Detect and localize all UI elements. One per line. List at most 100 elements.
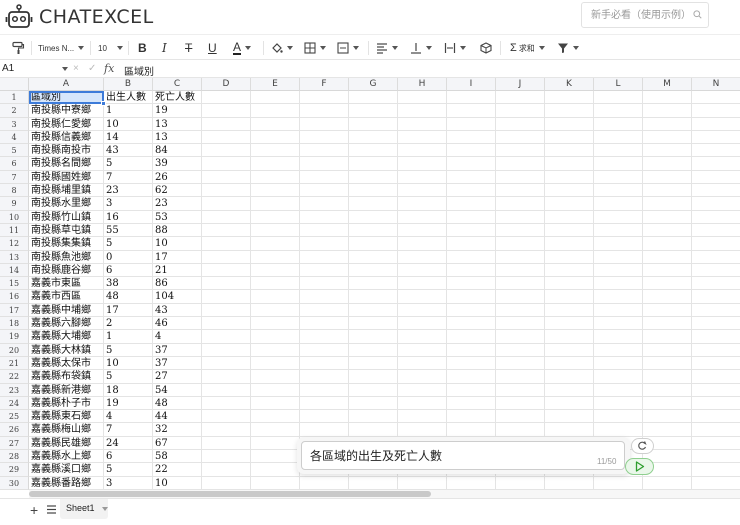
grid-cell[interactable]: [202, 303, 251, 318]
grid-cell[interactable]: [643, 330, 692, 344]
grid-cell[interactable]: [643, 290, 692, 304]
function-icon[interactable]: fx: [104, 62, 114, 75]
grid-cell[interactable]: [643, 144, 692, 158]
grid-cell[interactable]: [594, 343, 643, 357]
grid-cell[interactable]: [251, 184, 300, 198]
grid-cell[interactable]: [496, 170, 545, 185]
grid-cell[interactable]: [594, 370, 643, 384]
grid-cell[interactable]: [398, 91, 447, 105]
grid-cell[interactable]: [349, 277, 398, 291]
grid-cell[interactable]: [251, 383, 300, 397]
row-header[interactable]: 19: [0, 330, 29, 344]
grid-cell[interactable]: [692, 118, 740, 131]
grid-cell[interactable]: [692, 211, 740, 224]
search-box[interactable]: [581, 2, 709, 28]
grid-cell[interactable]: [496, 237, 545, 251]
grid-cell[interactable]: [447, 383, 496, 397]
grid-cell[interactable]: [251, 303, 300, 318]
grid-cell[interactable]: 嘉義縣布袋鎮: [29, 370, 104, 384]
grid-cell[interactable]: [251, 290, 300, 304]
grid-cell[interactable]: 嘉義縣民雄鄉: [29, 436, 104, 451]
grid-cell[interactable]: 37: [153, 343, 202, 357]
row-header[interactable]: 1: [0, 91, 29, 105]
grid-cell[interactable]: [594, 330, 643, 344]
row-header[interactable]: 5: [0, 144, 29, 158]
grid-cell[interactable]: [300, 410, 349, 424]
grid-cell[interactable]: 10: [153, 476, 202, 490]
grid-cell[interactable]: [349, 91, 398, 105]
grid-cell[interactable]: 出生人數: [104, 91, 153, 105]
grid-cell[interactable]: [447, 303, 496, 318]
grid-cell[interactable]: [447, 343, 496, 357]
grid-cell[interactable]: 84: [153, 144, 202, 158]
row-header[interactable]: 25: [0, 410, 29, 424]
grid-cell[interactable]: [202, 330, 251, 344]
row-header[interactable]: 22: [0, 370, 29, 384]
grid-cell[interactable]: 南投縣鹿谷鄉: [29, 263, 104, 278]
grid-cell[interactable]: 37: [153, 356, 202, 371]
row-header[interactable]: 17: [0, 303, 29, 318]
grid-cell[interactable]: [398, 290, 447, 304]
grid-cell[interactable]: [692, 344, 740, 357]
grid-cell[interactable]: [692, 224, 740, 238]
select-all-corner[interactable]: [0, 78, 29, 91]
spreadsheet-grid[interactable]: ABCDEFGHIJKLMN 1 區域別 出生人數 死亡人數 2 南投縣中寮鄉 1 19 3 南投…: [0, 78, 740, 490]
grid-cell[interactable]: [594, 356, 643, 371]
grid-cell[interactable]: [202, 436, 251, 451]
grid-cell[interactable]: [349, 476, 398, 490]
grid-cell[interactable]: [496, 223, 545, 238]
format-painter-button[interactable]: [11, 39, 25, 57]
grid-cell[interactable]: [594, 184, 643, 198]
row-header[interactable]: 27: [0, 436, 29, 451]
grid-cell[interactable]: [496, 144, 545, 158]
grid-cell[interactable]: [251, 263, 300, 278]
grid-cell[interactable]: [594, 423, 643, 437]
grid-cell[interactable]: [447, 104, 496, 118]
font-color-button[interactable]: A: [233, 39, 252, 57]
grid-cell[interactable]: [594, 383, 643, 397]
grid-cell[interactable]: [545, 396, 594, 411]
grid-cell[interactable]: 13: [153, 117, 202, 131]
grid-cell[interactable]: [545, 250, 594, 264]
grid-cell[interactable]: [447, 250, 496, 264]
grid-cell[interactable]: [300, 237, 349, 251]
grid-cell[interactable]: [447, 144, 496, 158]
grid-cell[interactable]: [251, 436, 300, 451]
grid-cell[interactable]: [692, 264, 740, 278]
grid-cell[interactable]: [594, 410, 643, 424]
grid-cell[interactable]: [251, 317, 300, 331]
grid-cell[interactable]: [300, 210, 349, 224]
text-wrap-button[interactable]: [444, 39, 466, 57]
column-header[interactable]: H: [398, 78, 447, 91]
grid-cell[interactable]: 南投縣竹山鎮: [29, 210, 104, 224]
send-button[interactable]: [625, 458, 654, 475]
grid-cell[interactable]: 17: [153, 250, 202, 264]
cancel-edit-icon[interactable]: ×: [73, 63, 79, 74]
column-header[interactable]: G: [349, 78, 398, 91]
grid-cell[interactable]: [202, 263, 251, 278]
grid-cell[interactable]: [692, 91, 740, 105]
grid-cell[interactable]: [545, 223, 594, 238]
grid-cell[interactable]: 44: [153, 410, 202, 424]
grid-cell[interactable]: [300, 383, 349, 397]
grid-cell[interactable]: 23: [104, 184, 153, 198]
grid-cell[interactable]: [447, 410, 496, 424]
grid-cell[interactable]: 南投縣草屯鎮: [29, 223, 104, 238]
grid-cell[interactable]: 區域別: [29, 91, 106, 107]
grid-cell[interactable]: [594, 290, 643, 304]
grid-cell[interactable]: [398, 104, 447, 118]
grid-cell[interactable]: [202, 104, 251, 118]
grid-cell[interactable]: [202, 463, 251, 477]
column-header[interactable]: E: [251, 78, 300, 91]
grid-cell[interactable]: [398, 263, 447, 278]
grid-cell[interactable]: [447, 91, 496, 105]
grid-cell[interactable]: 嘉義縣中埔鄉: [29, 303, 104, 318]
grid-cell[interactable]: [202, 423, 251, 437]
grid-cell[interactable]: [643, 277, 692, 291]
fill-color-button[interactable]: [271, 39, 293, 57]
row-header[interactable]: 8: [0, 184, 29, 198]
grid-cell[interactable]: [398, 410, 447, 424]
grid-cell[interactable]: 58: [153, 450, 202, 464]
grid-cell[interactable]: [496, 117, 545, 131]
grid-cell[interactable]: [594, 263, 643, 278]
